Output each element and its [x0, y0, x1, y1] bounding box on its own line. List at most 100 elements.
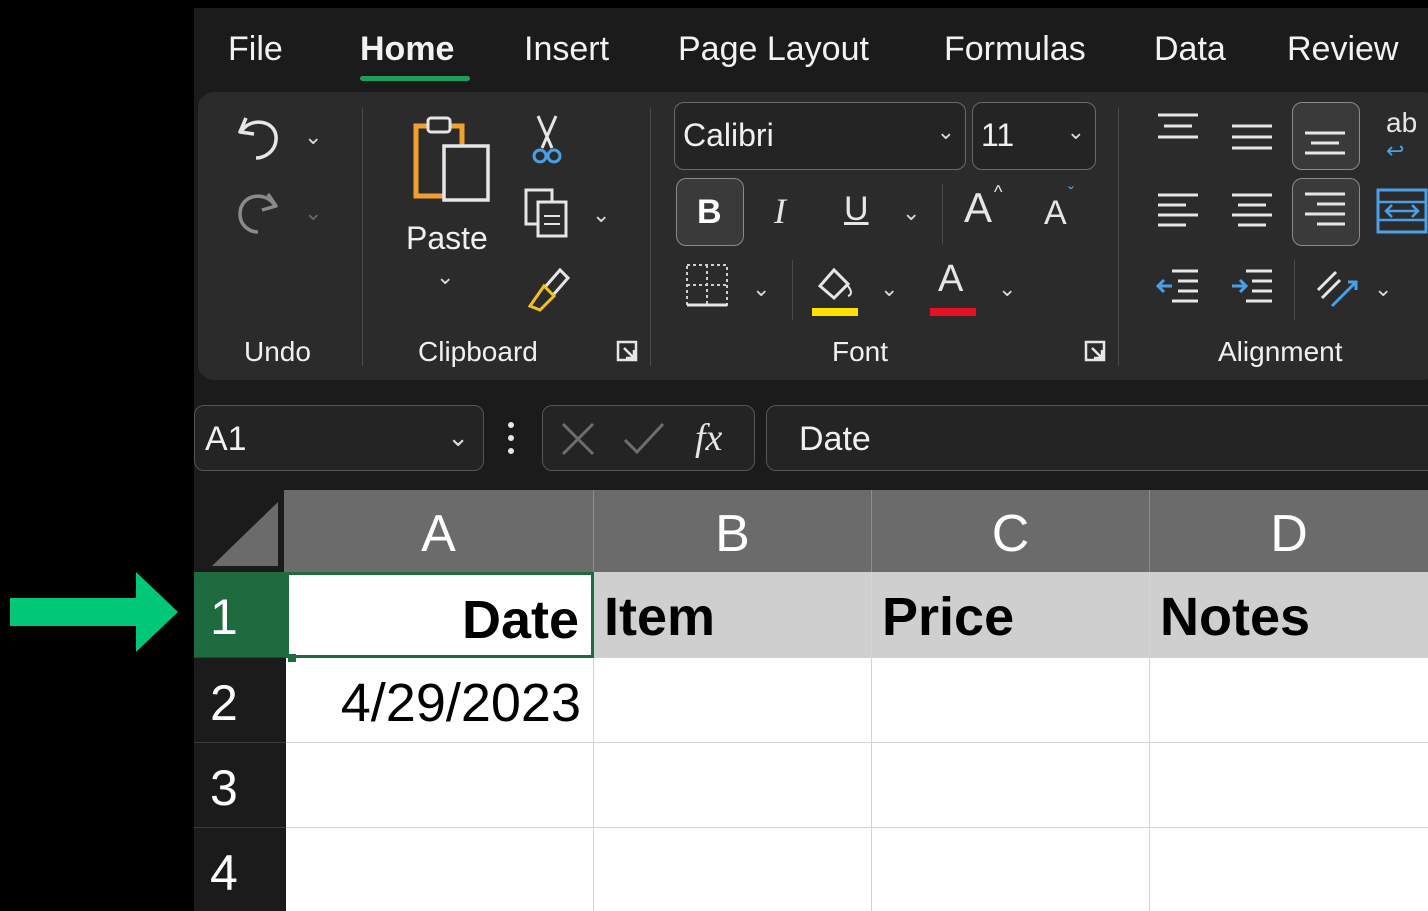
- alignment-group-label: Alignment: [1218, 336, 1343, 367]
- name-box-value: A1: [205, 420, 247, 458]
- font-size-combo[interactable]: 11 ⌄: [972, 102, 1096, 170]
- font-group-label: Font: [832, 336, 889, 367]
- name-box[interactable]: A1 ⌄: [194, 405, 484, 471]
- column-header-c[interactable]: C: [872, 490, 1150, 572]
- tab-page-layout[interactable]: Page Layout: [678, 30, 869, 69]
- column-header-a[interactable]: A: [284, 490, 594, 572]
- font-color-dropdown-icon[interactable]: ⌄: [998, 276, 1016, 302]
- fill-handle[interactable]: [288, 654, 296, 662]
- underline-button[interactable]: U: [844, 190, 869, 229]
- copy-dropdown-icon[interactable]: ⌄: [592, 202, 610, 228]
- grow-caret-icon: ^: [994, 182, 1003, 202]
- cell-b3[interactable]: [594, 743, 872, 828]
- excel-window: File Home Insert Page Layout Formulas Da…: [194, 8, 1428, 911]
- shrink-font-button[interactable]: A: [1044, 194, 1067, 233]
- font-launcher-icon[interactable]: [1084, 340, 1108, 364]
- align-left-icon[interactable]: [1156, 192, 1200, 232]
- fill-color-icon[interactable]: [810, 260, 860, 314]
- chevron-down-icon: ⌄: [1066, 119, 1085, 144]
- undo-icon[interactable]: [234, 108, 284, 164]
- font-name-value: Calibri: [683, 117, 774, 153]
- cut-icon[interactable]: [530, 114, 564, 166]
- cell-c2[interactable]: [872, 658, 1150, 743]
- cell-a1-selected[interactable]: Date: [286, 572, 594, 658]
- shrink-caret-icon: ˇ: [1068, 184, 1074, 204]
- clipboard-launcher-icon[interactable]: [616, 340, 640, 364]
- align-center-icon[interactable]: [1230, 192, 1274, 232]
- font-color-swatch: [930, 308, 976, 316]
- font-color-button[interactable]: A: [938, 258, 963, 301]
- increase-indent-icon[interactable]: [1230, 268, 1274, 308]
- cell-c1[interactable]: Price: [872, 572, 1150, 658]
- column-header-b[interactable]: B: [594, 490, 872, 572]
- align-top-icon[interactable]: [1156, 112, 1200, 148]
- divider: [942, 184, 943, 244]
- tab-formulas[interactable]: Formulas: [944, 30, 1086, 69]
- underline-dropdown-icon[interactable]: ⌄: [902, 200, 920, 226]
- formula-input[interactable]: Date: [766, 405, 1428, 471]
- row-header-1[interactable]: 1: [194, 572, 286, 658]
- cell-b4[interactable]: [594, 828, 872, 911]
- chevron-down-icon: ⌄: [936, 119, 955, 144]
- cell-d1[interactable]: Notes: [1150, 572, 1428, 658]
- bold-label: B: [697, 193, 722, 231]
- cell-a2[interactable]: 4/29/2023: [286, 658, 594, 743]
- align-middle-icon[interactable]: [1230, 120, 1274, 156]
- enter-check-icon[interactable]: [621, 420, 667, 458]
- redo-dropdown-icon[interactable]: ⌄: [304, 200, 322, 226]
- cell-b2[interactable]: [594, 658, 872, 743]
- clipboard-group-label: Clipboard: [418, 336, 538, 367]
- cancel-icon[interactable]: [559, 420, 597, 458]
- borders-icon[interactable]: [684, 262, 732, 310]
- align-right-button[interactable]: [1292, 178, 1360, 246]
- pointer-arrow-icon: [10, 572, 178, 652]
- row-header-4[interactable]: 4: [194, 828, 286, 911]
- undo-dropdown-icon[interactable]: ⌄: [304, 124, 322, 150]
- cell-d3[interactable]: [1150, 743, 1428, 828]
- divider: [650, 108, 651, 366]
- row-header-2[interactable]: 2: [194, 658, 286, 743]
- insert-function-button[interactable]: fx: [695, 416, 722, 460]
- paste-button-label[interactable]: Paste: [406, 220, 488, 257]
- divider: [792, 260, 793, 320]
- cell-d2[interactable]: [1150, 658, 1428, 743]
- chevron-down-icon: ⌄: [447, 422, 469, 452]
- tab-review[interactable]: Review: [1287, 30, 1398, 69]
- orientation-icon[interactable]: [1312, 262, 1362, 312]
- italic-button[interactable]: I: [774, 190, 786, 232]
- cell-c3[interactable]: [872, 743, 1150, 828]
- wrap-text-button[interactable]: ab: [1386, 109, 1417, 137]
- row-header-3[interactable]: 3: [194, 743, 286, 828]
- cell-a4[interactable]: [286, 828, 594, 911]
- decrease-indent-icon[interactable]: [1156, 268, 1200, 308]
- tab-home[interactable]: Home: [360, 30, 454, 69]
- more-vertical-icon[interactable]: [504, 420, 518, 456]
- tab-file[interactable]: File: [228, 30, 283, 69]
- formula-buttons: fx: [542, 405, 755, 471]
- column-header-d[interactable]: D: [1150, 490, 1428, 572]
- paste-icon[interactable]: [410, 112, 496, 212]
- align-bottom-button[interactable]: [1292, 102, 1360, 170]
- cell-c4[interactable]: [872, 828, 1150, 911]
- paste-dropdown-icon[interactable]: ⌄: [436, 264, 454, 290]
- cell-b1[interactable]: Item: [594, 572, 872, 658]
- menu-tabs: File Home Insert Page Layout Formulas Da…: [194, 8, 1428, 92]
- tab-data[interactable]: Data: [1154, 30, 1226, 69]
- wrap-arrow-icon: ↩: [1386, 138, 1405, 163]
- tab-insert[interactable]: Insert: [524, 30, 609, 69]
- borders-dropdown-icon[interactable]: ⌄: [752, 276, 770, 302]
- divider: [362, 108, 363, 366]
- cell-a3[interactable]: [286, 743, 594, 828]
- copy-icon[interactable]: [524, 188, 572, 240]
- merge-center-icon[interactable]: [1376, 188, 1428, 234]
- grow-font-button[interactable]: A: [964, 184, 992, 232]
- fill-color-dropdown-icon[interactable]: ⌄: [880, 276, 898, 302]
- fill-color-swatch: [812, 308, 858, 316]
- orientation-dropdown-icon[interactable]: ⌄: [1374, 276, 1392, 302]
- select-all-button[interactable]: [194, 490, 284, 572]
- format-painter-icon[interactable]: [524, 262, 574, 312]
- redo-icon[interactable]: [234, 184, 284, 240]
- font-name-combo[interactable]: Calibri ⌄: [674, 102, 966, 170]
- bold-button[interactable]: B: [676, 178, 744, 246]
- cell-d4[interactable]: [1150, 828, 1428, 911]
